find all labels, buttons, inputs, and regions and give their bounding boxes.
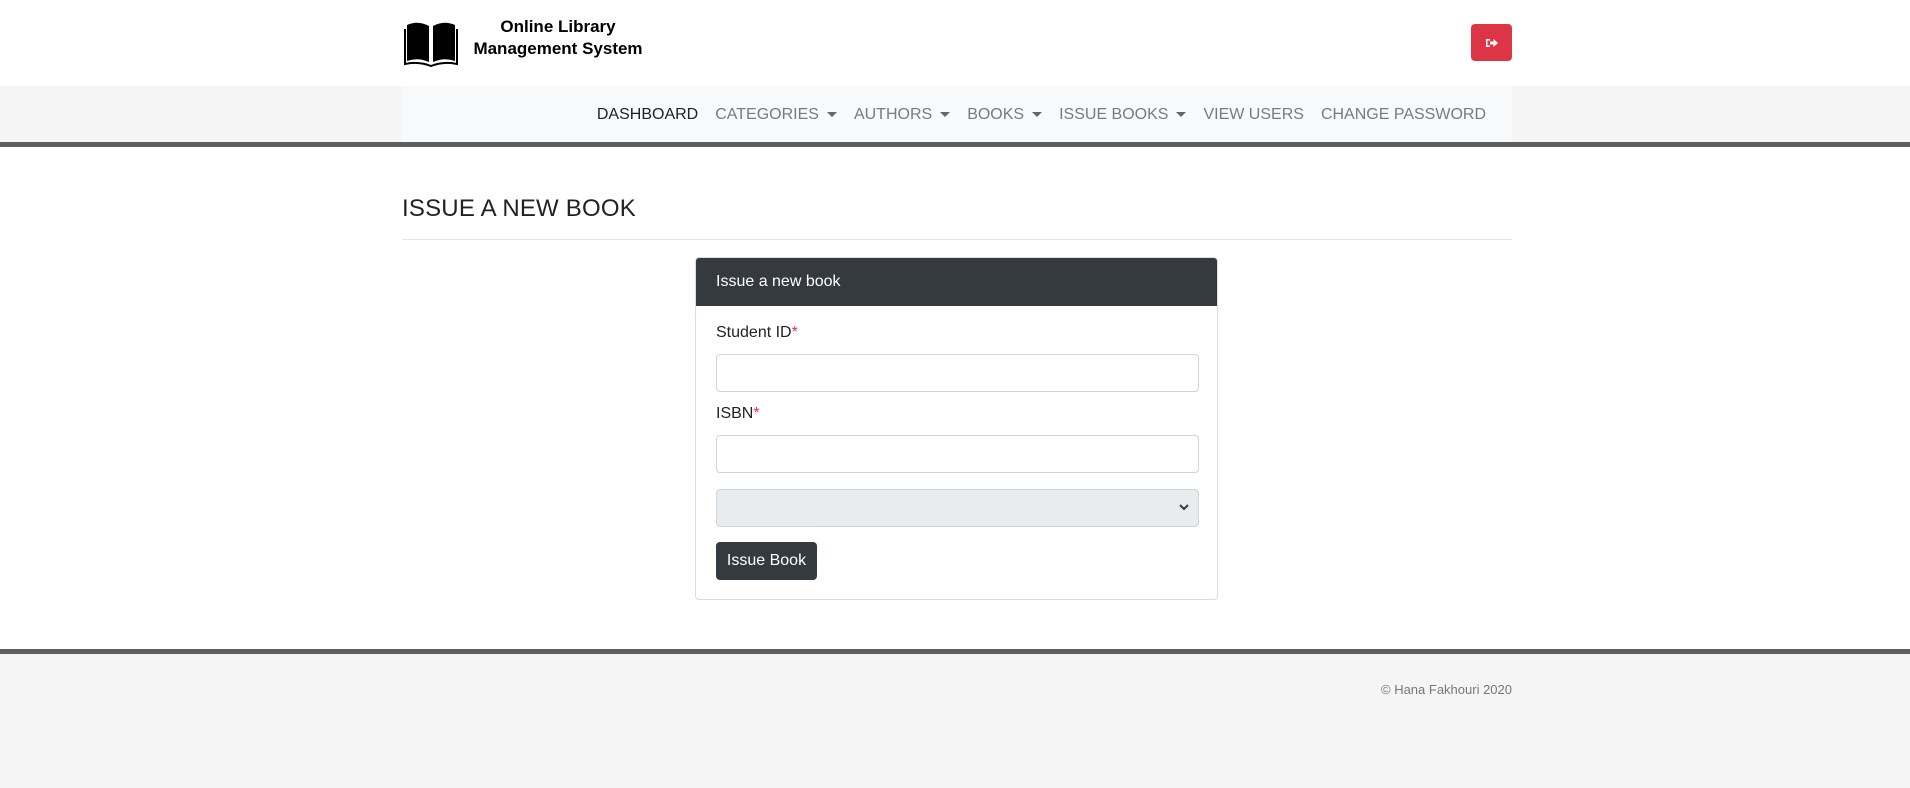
nav-item-issue-books[interactable]: ISSUE BOOKS	[1059, 105, 1187, 124]
caret-down-icon	[1176, 112, 1187, 117]
page-title: ISSUE A NEW BOOK	[402, 195, 636, 222]
nav-item-books[interactable]: BOOKS	[967, 105, 1043, 124]
nav-item-label: AUTHORS	[853, 105, 933, 123]
brand-title[interactable]: Online Library Management System	[463, 16, 653, 60]
nav-item-categories[interactable]: CATEGORIES	[715, 106, 837, 124]
nav-item-label: VIEW USERS	[1203, 105, 1304, 123]
student-id-input[interactable]	[716, 354, 1199, 392]
logout-button[interactable]	[1471, 24, 1512, 61]
nav-item-change-password[interactable]: CHANGE PASSWORD	[1321, 106, 1486, 124]
sign-out-icon	[1485, 38, 1498, 47]
nav-item-label: ISSUE BOOKS	[1059, 105, 1169, 123]
title-divider	[402, 239, 1512, 240]
site-footer	[0, 654, 1910, 788]
nav-item-label: DASHBOARD	[596, 105, 699, 123]
required-mark: *	[753, 405, 760, 422]
isbn-label-text: ISBN	[716, 405, 754, 422]
book-select[interactable]	[716, 489, 1199, 527]
nav-item-label: CHANGE PASSWORD	[1320, 105, 1486, 123]
nav-item-label: CATEGORIES	[715, 105, 819, 123]
nav-item-label: BOOKS	[967, 105, 1025, 123]
brand-line2: Management System	[473, 39, 643, 58]
isbn-label: ISBN*	[716, 405, 760, 423]
card-header: Issue a new book	[696, 258, 1217, 306]
copyright-text: © Hana Fakhouri 2020	[1381, 682, 1512, 697]
nav-item-view-users[interactable]: VIEW USERS	[1203, 106, 1303, 124]
caret-down-icon	[1032, 112, 1043, 117]
isbn-input[interactable]	[716, 435, 1199, 473]
issue-book-button[interactable]: Issue Book	[716, 542, 817, 580]
open-book-icon	[404, 22, 458, 67]
brand-line1: Online Library	[500, 17, 616, 36]
nav-item-authors[interactable]: AUTHORS	[853, 105, 951, 124]
issue-book-card: Issue a new book Student ID* ISBN* Issue…	[695, 257, 1218, 600]
navbar-divider	[0, 142, 1910, 147]
site-header	[0, 0, 1910, 86]
caret-down-icon	[940, 112, 951, 117]
student-id-label-text: Student ID	[716, 324, 792, 341]
navbar: DASHBOARD CATEGORIES AUTHORS BOOKS ISSUE BOO…	[402, 86, 1512, 143]
required-mark: *	[791, 324, 798, 341]
caret-down-icon	[826, 112, 837, 117]
student-id-label: Student ID*	[716, 324, 798, 342]
nav-menu: DASHBOARD CATEGORIES AUTHORS BOOKS ISSUE BOO…	[580, 86, 1486, 143]
nav-item-dashboard[interactable]: DASHBOARD	[597, 106, 698, 124]
chevron-down-icon	[1179, 504, 1189, 511]
